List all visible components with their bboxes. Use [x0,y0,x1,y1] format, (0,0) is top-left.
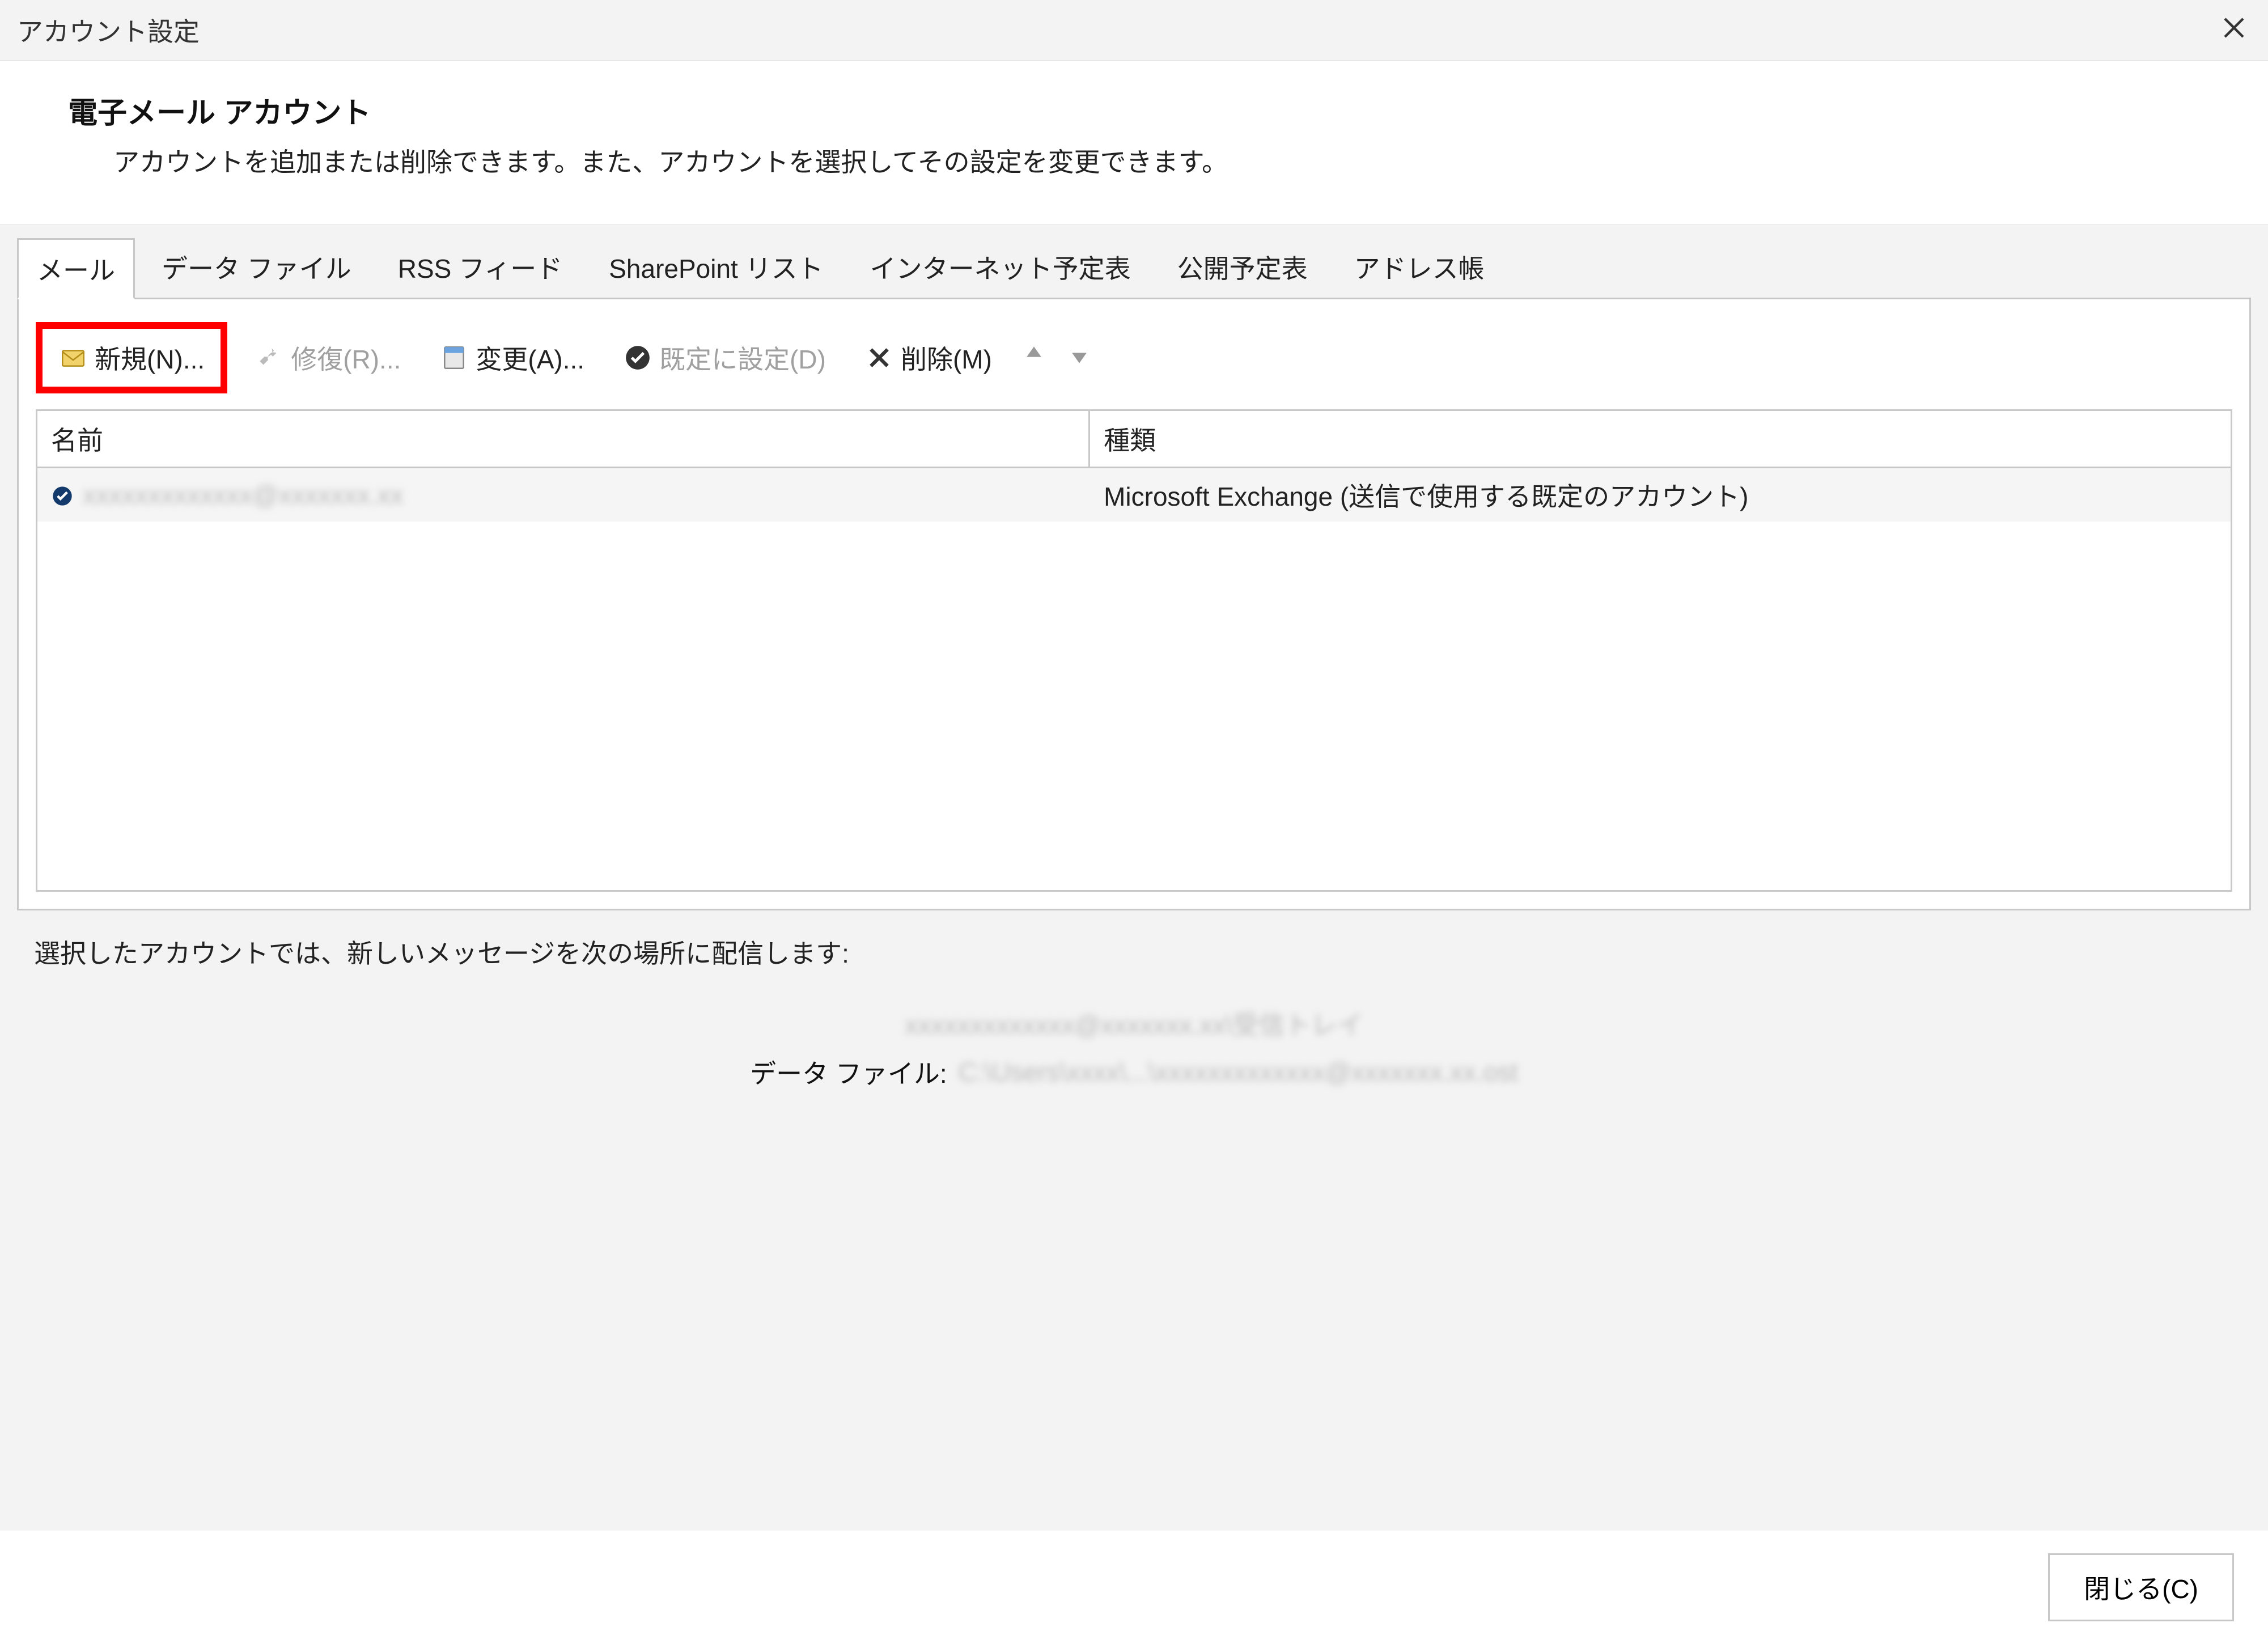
delivery-location-masked: xxxxxxxxxxxxx@xxxxxxx.xx\受信トレイ [905,1005,1363,1042]
titlebar: アカウント設定 [0,0,2268,61]
properties-icon [439,343,469,372]
page-description: アカウントを追加または削除できます。また、アカウントを選択してその設定を変更でき… [113,142,2223,179]
window-title: アカウント設定 [17,11,200,49]
tab-mail[interactable]: メール [17,238,135,299]
move-up-button[interactable] [1019,343,1049,372]
datafile-path-masked: C:\Users\xxxx\...\xxxxxxxxxxxxx@xxxxxxx.… [959,1057,1518,1087]
page-title: 電子メール アカウント [68,89,2223,132]
default-check-icon [51,483,75,507]
account-type: Microsoft Exchange (送信で使用する既定のアカウント) [1090,468,2231,522]
repair-account-button[interactable]: 修復(R)... [243,333,412,382]
new-account-button[interactable]: 新規(N)... [36,322,227,393]
set-default-label: 既定に設定(D) [659,339,826,376]
new-account-label: 新規(N)... [95,339,205,376]
repair-account-label: 修復(R)... [291,339,401,376]
tab-rss[interactable]: RSS フィード [378,236,582,298]
set-default-button[interactable]: 既定に設定(D) [612,333,837,382]
close-icon [2220,12,2248,49]
tab-data-files[interactable]: データ ファイル [142,236,371,298]
change-account-button[interactable]: 変更(A)... [428,333,596,382]
column-header-type[interactable]: 種類 [1090,411,2231,467]
toolbar: 新規(N)... 修復(R)... 変更(A)... [19,311,2249,409]
delete-x-icon [864,343,894,372]
column-header-name[interactable]: 名前 [37,411,1090,467]
table-empty-area [37,522,2231,890]
datafile-label: データ ファイル: [750,1053,947,1091]
arrow-down-icon [1067,342,1092,374]
close-button[interactable]: 閉じる(C) [2048,1553,2234,1621]
tab-bar: メール データ ファイル RSS フィード SharePoint リスト インタ… [0,225,2268,298]
window-close-button[interactable] [2217,13,2251,47]
check-circle-icon [623,343,652,372]
table-row[interactable]: xxxxxxxxxxxxx@xxxxxxx.xx Microsoft Excha… [37,468,2231,522]
tab-internet-calendars[interactable]: インターネット予定表 [850,236,1151,298]
tab-address-books[interactable]: アドレス帳 [1334,236,1504,298]
wrench-icon [255,343,284,372]
account-name-masked: xxxxxxxxxxxxx@xxxxxxx.xx [83,480,403,510]
tab-published-calendars[interactable]: 公開予定表 [1158,236,1328,298]
remove-account-label: 削除(M) [901,339,992,376]
new-mail-icon [58,343,88,372]
arrow-up-icon [1021,342,1046,374]
remove-account-button[interactable]: 削除(M) [853,333,1003,382]
tab-sharepoint[interactable]: SharePoint リスト [589,236,843,298]
move-down-button[interactable] [1065,343,1094,372]
accounts-table: 名前 種類 xxxxxxxxxxxxx@xxxxxxx.xx Microsoft… [36,409,2232,892]
change-account-label: 変更(A)... [476,339,584,376]
delivery-caption: 選択したアカウントでは、新しいメッセージを次の場所に配信します: [34,933,2234,971]
